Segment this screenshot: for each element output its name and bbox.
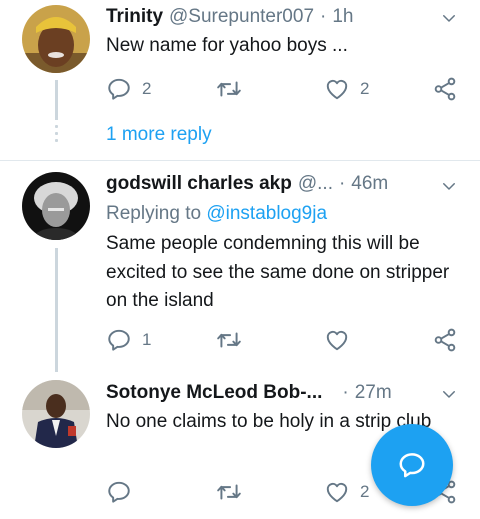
reply-icon xyxy=(106,327,132,353)
tweet-header: godswill charles akp @... · 46m xyxy=(106,173,460,195)
avatar[interactable] xyxy=(22,5,90,73)
tweet-actions: 1 xyxy=(106,327,462,353)
user-handle[interactable]: @... xyxy=(298,173,333,195)
tweet-text: New name for yahoo boys ... xyxy=(106,35,348,56)
thread-line xyxy=(55,80,58,120)
retweet-button[interactable] xyxy=(216,327,252,353)
replying-to: Replying to @instablog9ja xyxy=(106,203,327,225)
tweet-header: Sotonye McLeod Bob-... · 27m xyxy=(106,382,460,404)
share-icon xyxy=(432,76,458,102)
like-button[interactable]: 2 xyxy=(324,479,369,505)
share-button[interactable] xyxy=(432,76,458,102)
like-button[interactable]: 2 xyxy=(324,76,369,102)
timestamp[interactable]: 1h xyxy=(332,6,353,28)
tweet-text: Same people condemning this will be exci… xyxy=(106,233,450,311)
retweet-icon xyxy=(216,479,242,505)
like-icon xyxy=(324,327,350,353)
reply-icon xyxy=(106,76,132,102)
retweet-button[interactable] xyxy=(216,76,252,102)
retweet-button[interactable] xyxy=(216,479,252,505)
separator: · xyxy=(342,382,349,403)
compose-reply-icon xyxy=(399,453,425,478)
like-count: 2 xyxy=(360,482,370,501)
display-name[interactable]: Sotonye McLeod Bob-... xyxy=(106,382,322,404)
avatar[interactable] xyxy=(22,380,90,448)
divider xyxy=(0,160,480,161)
retweet-icon xyxy=(216,327,242,353)
retweet-icon xyxy=(216,76,242,102)
display-name[interactable]: godswill charles akp xyxy=(106,173,292,195)
reply-count: 2 xyxy=(142,79,152,98)
reply-count: 1 xyxy=(142,330,152,349)
reply-button[interactable]: 1 xyxy=(106,327,151,353)
like-button[interactable] xyxy=(324,327,360,353)
chevron-down-icon[interactable] xyxy=(440,177,458,195)
user-handle[interactable]: @Surepunter007 xyxy=(169,6,314,28)
reply-icon xyxy=(106,479,132,505)
like-icon xyxy=(324,479,350,505)
separator: · xyxy=(338,173,346,194)
like-count: 2 xyxy=(360,79,370,98)
thread-line xyxy=(55,248,58,372)
replying-label: Replying to xyxy=(106,203,202,224)
more-replies-link[interactable]: 1 more reply xyxy=(106,124,212,146)
share-button[interactable] xyxy=(432,327,458,353)
like-icon xyxy=(324,76,350,102)
display-name[interactable]: Trinity xyxy=(106,6,163,28)
avatar[interactable] xyxy=(22,172,90,240)
timestamp[interactable]: 46m xyxy=(351,173,388,195)
reply-button[interactable]: 2 xyxy=(106,76,151,102)
share-icon xyxy=(432,327,458,353)
chevron-down-icon[interactable] xyxy=(440,385,458,403)
compose-reply-button[interactable] xyxy=(371,424,453,506)
tweet-header: Trinity @Surepunter007 · 1h xyxy=(106,6,460,28)
separator: · xyxy=(320,6,327,27)
reply-button[interactable] xyxy=(106,479,142,505)
tweet-actions: 2 2 xyxy=(106,76,462,102)
timestamp[interactable]: 27m xyxy=(355,382,392,404)
thread-dots xyxy=(55,125,58,146)
mention-link[interactable]: @instablog9ja xyxy=(206,203,327,224)
chevron-down-icon[interactable] xyxy=(440,9,458,27)
